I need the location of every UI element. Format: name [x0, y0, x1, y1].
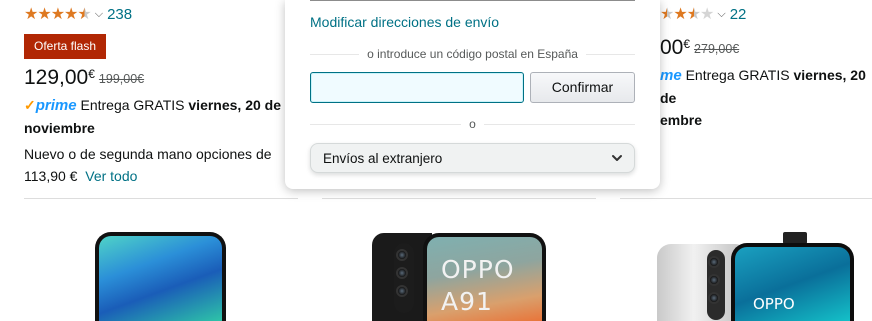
rating-count[interactable]: 238 [107, 6, 132, 23]
delivery-text: Entrega GRATIS [80, 97, 189, 113]
used-offers: Nuevo o de segunda mano opciones de 113,… [24, 143, 294, 187]
scroll-edge [310, 0, 635, 1]
half-star-icon: ★ [660, 6, 674, 23]
delivery-text: Entrega GRATIS [685, 67, 794, 83]
delivery-date: viernes, 20 de [188, 97, 282, 113]
used-offers-text: Nuevo o de segunda mano opciones de [24, 146, 272, 162]
postal-separator: o introduce un código postal en España [310, 47, 636, 61]
phone-screen [99, 236, 222, 321]
model-text: A91 [441, 287, 493, 316]
confirm-button[interactable]: Confirmar [530, 72, 635, 103]
divider [24, 198, 298, 199]
separator-line [585, 53, 636, 55]
price-old: 279,00€ [694, 42, 740, 56]
chevron-down-icon: ⌵ [717, 8, 726, 20]
delivery-month: embre [660, 112, 703, 128]
camera-module [707, 250, 725, 320]
star-icon: ★ [50, 6, 65, 23]
separator-line [483, 123, 635, 125]
delivery-month: noviembre [24, 120, 95, 136]
phone-screen: OPPO A91 [427, 237, 542, 321]
star-icon: ★ [37, 6, 51, 23]
brand-text: OPPO [441, 255, 515, 284]
product-image[interactable] [95, 232, 226, 321]
prime-logo: me [660, 67, 682, 84]
delivery-info: ✓prime Entrega GRATIS viernes, 20 de nov… [24, 94, 294, 139]
country-select[interactable]: Envíos al extranjero [310, 143, 635, 173]
half-star-icon: ★ [686, 6, 701, 23]
divider [620, 198, 872, 199]
rating-count[interactable]: 22 [730, 6, 747, 23]
product-image[interactable]: OPPO [731, 243, 854, 321]
used-offers-price: 113,90 € [24, 168, 78, 184]
separator-line [310, 123, 462, 125]
price-currency: € [88, 67, 95, 81]
country-select-value: Envíos al extranjero [323, 150, 443, 166]
prime-logo: prime [35, 97, 77, 114]
delivery-info: me Entrega GRATIS viernes, 20 de embre [660, 64, 870, 131]
divider [322, 198, 596, 199]
camera-module [394, 243, 414, 313]
brand-text: OPPO [753, 295, 795, 313]
half-star-icon: ★ [77, 6, 91, 23]
separator-line [310, 53, 360, 55]
price-old: 199,00€ [98, 72, 145, 86]
star-icon: ★ [64, 6, 78, 23]
empty-star-icon: ★ [700, 6, 714, 23]
modify-addresses-link[interactable]: Modificar direcciones de envío [310, 14, 499, 30]
chevron-down-icon: ⌵ [94, 8, 104, 20]
phone-screen: OPPO [735, 247, 850, 321]
prime-check-icon: ✓ [24, 97, 36, 113]
product-image[interactable]: OPPO A91 [423, 233, 546, 321]
chevron-down-icon [612, 155, 622, 161]
price[interactable]: 00 € 279,00€ [660, 36, 739, 60]
deal-badge: Oferta flash [24, 34, 107, 59]
or-separator: o [310, 117, 635, 131]
or-separator-text: o [469, 117, 476, 131]
price-whole: 129,00 [24, 66, 89, 89]
star-icon: ★ [24, 6, 38, 23]
rating-stars[interactable]: ★ ★ ★ ★ ⌵ 22 [660, 6, 746, 23]
delivery-location-popover: Modificar direcciones de envío o introdu… [285, 0, 660, 189]
price[interactable]: 129,00 € 199,00€ [24, 66, 144, 90]
rating-stars[interactable]: ★ ★ ★ ★ ★ ⌵ 238 [24, 6, 132, 23]
price-currency: € [683, 37, 691, 51]
postal-code-input[interactable] [310, 72, 524, 103]
star-icon: ★ [673, 6, 687, 23]
price-whole: 00 [660, 36, 684, 59]
postal-separator-text: o introduce un código postal en España [367, 47, 578, 61]
see-all-link[interactable]: Ver todo [85, 168, 137, 184]
